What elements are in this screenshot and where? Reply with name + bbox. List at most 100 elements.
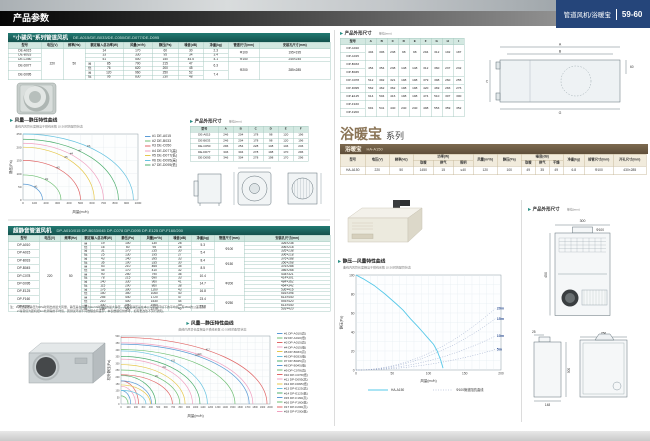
table-cell: 198 (398, 93, 409, 101)
table-cell: 195×195 (259, 49, 330, 58)
svg-text:1000: 1000 (193, 406, 199, 409)
svg-text:800: 800 (112, 201, 117, 205)
table-cell: 420 (420, 85, 431, 93)
table-cell: 321 (387, 77, 398, 85)
table-row: DP-C078512392321198198379398260255 (340, 77, 464, 85)
svg-text:0: 0 (353, 368, 355, 372)
table-cell: DP-B033 (8, 257, 39, 265)
svg-text:200: 200 (134, 406, 139, 409)
legend-item: #18 DP-F200(低) (277, 409, 332, 414)
table-cell: 198 (409, 93, 420, 101)
svg-text:#1: #1 (34, 184, 38, 188)
table-cell: 512 (365, 77, 376, 85)
svg-text:#18: #18 (197, 353, 202, 356)
svg-text:5m: 5m (497, 348, 503, 352)
legend-swatch (277, 356, 283, 357)
legend-swatch (277, 347, 283, 348)
table-cell: 198 (398, 77, 409, 85)
table-cell: 398 (431, 77, 442, 85)
tab-divider (616, 9, 617, 20)
table-cell: 170 (278, 155, 293, 161)
dp-chart-title: 风量—静压特性曲线 (191, 321, 234, 327)
bath-dims-title: 产品外形尺寸 (533, 207, 560, 212)
table-cell: 187 (453, 45, 464, 61)
svg-text:1000: 1000 (135, 201, 142, 205)
svg-text:2000: 2000 (267, 406, 273, 409)
table-cell: 562 (365, 85, 376, 93)
de-series-models: DE-A015/DE-B033/DE-C050/DE-D077/DE-D095 (73, 35, 159, 40)
legend-swatch (277, 393, 283, 394)
table-cell: 15 (433, 166, 453, 175)
svg-text:60: 60 (630, 65, 634, 69)
svg-text:700: 700 (171, 406, 176, 409)
legend-swatch (145, 136, 151, 137)
table-cell: 148 (409, 61, 420, 77)
legend-swatch (277, 360, 283, 361)
svg-text:450: 450 (544, 272, 548, 278)
legend-label: #3 DE-C050 (152, 144, 171, 148)
table-cell: 392 (376, 77, 387, 85)
svg-text:200: 200 (16, 145, 21, 149)
svg-text:B: B (559, 50, 562, 54)
table-cell: 553 (431, 101, 442, 117)
table-cell: 474 (420, 93, 431, 101)
svg-text:1300: 1300 (215, 406, 221, 409)
bath-series-heading: 浴暖宝系列 (340, 124, 404, 144)
table-cell: DP-B045 (8, 265, 39, 273)
table-cell: 98 (398, 45, 409, 61)
table-cell: 362 (387, 85, 398, 93)
table-cell: 830 (123, 75, 152, 79)
table-cell: 6.8 (563, 166, 584, 175)
table-cell: 16.8 (191, 288, 214, 296)
svg-text:#17: #17 (206, 349, 211, 352)
svg-text:#6: #6 (87, 144, 91, 148)
legend-swatch (145, 150, 151, 151)
svg-text:100: 100 (126, 406, 131, 409)
de-dims-table: 型号ABCDEFDE-A01524620417898120196DE-B0332… (190, 126, 310, 161)
table-cell: 96 (94, 75, 123, 79)
svg-text:1100: 1100 (200, 406, 206, 409)
dp-series-models: DP-A010/015 DP-B033/045 DP-C078 DP-D095 … (57, 228, 184, 233)
table-cell: 240 (398, 101, 409, 117)
dp-dims-title: 产品外形尺寸 (345, 31, 372, 36)
svg-text:#13: #13 (171, 360, 176, 363)
svg-text:15m: 15m (497, 317, 505, 321)
svg-text:#4: #4 (70, 152, 74, 156)
table-cell: 504 (376, 93, 387, 101)
bath-heater-image (344, 196, 426, 254)
legend-swatch (277, 351, 283, 352)
table-cell: 304 (233, 155, 248, 161)
svg-text:300: 300 (141, 406, 146, 409)
table-cell: 8.4 (191, 257, 214, 265)
svg-text:100: 100 (426, 372, 432, 376)
svg-text:#3: #3 (56, 165, 60, 169)
svg-text:600: 600 (89, 201, 94, 205)
bath-bar-title: 浴暖宝 (345, 145, 362, 153)
table-cell: 238 (387, 61, 398, 77)
table-cell: DP-D095 (340, 85, 365, 93)
de-spec-table: 型号电压(V)频率(Hz)额定输入总功率(W)风量(m³/h)静压(Pa)噪音(… (8, 42, 330, 80)
svg-text:100: 100 (16, 172, 21, 176)
table-cell: 360 (431, 61, 442, 77)
column-header: 型号 (340, 154, 365, 166)
svg-text:Φ100: Φ100 (596, 228, 604, 232)
table-cell: 220 (39, 242, 60, 311)
table-cell: Φ100 (228, 49, 259, 58)
table-cell: DP-B033 (340, 61, 365, 69)
table-cell: DP-F160 (8, 296, 39, 304)
bath-title-bar: 浴暖宝 HA-A150 (340, 144, 648, 154)
svg-text:100: 100 (32, 201, 37, 205)
svg-text:400: 400 (149, 406, 154, 409)
de-dims-title: 产品外形尺寸 (195, 119, 222, 124)
svg-text:150: 150 (116, 383, 121, 386)
legend-swatch (277, 365, 283, 366)
svg-text:250: 250 (16, 132, 21, 136)
table-cell: DP-E125 (340, 93, 365, 101)
table-cell: 192 (442, 45, 453, 61)
svg-text:A: A (559, 43, 562, 47)
product-photo-bath-heater (344, 196, 426, 254)
svg-text:100: 100 (116, 390, 121, 393)
table-cell: HA-A150 (340, 166, 365, 175)
svg-text:400: 400 (66, 201, 71, 205)
svg-text:静压(Pa): 静压(Pa) (8, 160, 13, 174)
